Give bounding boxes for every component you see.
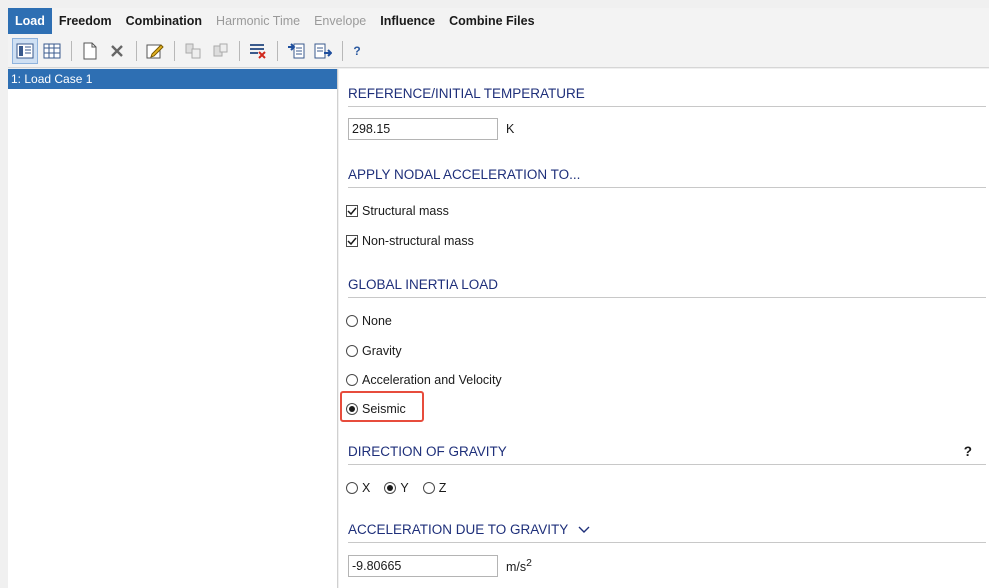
export-button[interactable] [310, 38, 336, 64]
gravity-acceleration-row: m/s2 [348, 555, 532, 577]
section-direction-of-gravity: DIRECTION OF GRAVITY ? [348, 439, 986, 465]
toolbar-separator [277, 40, 278, 61]
direction-option-y[interactable]: Y [384, 481, 409, 495]
tab-load[interactable]: Load [8, 8, 52, 34]
section-acceleration-gravity[interactable]: ACCELERATION DUE TO GRAVITY [348, 517, 986, 543]
option-label: Seismic [362, 402, 406, 416]
load-case-list: 1: Load Case 1 [8, 69, 338, 588]
form-view-icon [16, 43, 34, 58]
chevron-down-icon [578, 517, 590, 543]
gravity-direction-options: X Y Z [346, 481, 460, 495]
radio-icon [346, 345, 358, 357]
radio-icon [346, 315, 358, 327]
option-label: Gravity [362, 344, 402, 358]
tab-harmonic-time[interactable]: Harmonic Time [209, 8, 307, 34]
clear-list-icon [250, 43, 266, 59]
tab-bar: Load Freedom Combination Harmonic Time E… [8, 8, 989, 34]
checkbox-checked-icon [346, 235, 358, 247]
new-button[interactable] [77, 38, 103, 64]
toolbar-separator [71, 40, 72, 61]
checkbox-checked-icon [346, 205, 358, 217]
load-properties-panel: REFERENCE/INITIAL TEMPERATURE K APPLY NO… [339, 69, 989, 588]
direction-option-z[interactable]: Z [422, 481, 447, 495]
structural-mass-checkbox[interactable]: Structural mass [346, 204, 449, 218]
tab-combination[interactable]: Combination [119, 8, 209, 34]
section-title: REFERENCE/INITIAL TEMPERATURE [348, 86, 585, 101]
edit-icon [146, 43, 164, 58]
paste-to-button[interactable] [207, 38, 233, 64]
temperature-row: K [348, 118, 514, 140]
tab-envelope[interactable]: Envelope [307, 8, 373, 34]
non-structural-mass-label: Non-structural mass [362, 234, 474, 248]
table-view-button[interactable] [39, 38, 65, 64]
temperature-unit: K [506, 122, 515, 136]
direction-option-x[interactable]: X [346, 481, 370, 495]
copy-from-button[interactable] [180, 38, 206, 64]
option-label: Y [400, 481, 409, 495]
inertia-option-seismic[interactable]: Seismic [346, 402, 406, 416]
tab-influence[interactable]: Influence [373, 8, 442, 34]
delete-x-icon [111, 44, 123, 57]
inertia-option-none[interactable]: None [346, 314, 392, 328]
list-item-load-case-1[interactable]: 1: Load Case 1 [8, 69, 337, 89]
toolbar-separator [136, 40, 137, 61]
toolbar: ? [8, 34, 989, 68]
radio-icon [422, 482, 435, 494]
edit-button[interactable] [142, 38, 168, 64]
new-document-icon [83, 42, 97, 59]
toolbar-separator [342, 40, 343, 61]
radio-icon [346, 374, 358, 386]
export-icon [314, 43, 332, 58]
radio-selected-icon [384, 482, 397, 494]
inertia-option-gravity[interactable]: Gravity [346, 344, 402, 358]
option-label: None [362, 314, 392, 328]
option-label: X [362, 481, 371, 495]
section-nodal-acceleration: APPLY NODAL ACCELERATION TO... [348, 162, 986, 188]
radio-selected-icon [346, 403, 358, 415]
copy-icon [185, 43, 201, 58]
help-button[interactable]: ? [348, 44, 366, 58]
non-structural-mass-checkbox[interactable]: Non-structural mass [346, 234, 474, 248]
import-button[interactable] [283, 38, 309, 64]
section-reference-temperature: REFERENCE/INITIAL TEMPERATURE [348, 81, 986, 107]
section-global-inertia: GLOBAL INERTIA LOAD [348, 272, 986, 298]
tab-combine-files[interactable]: Combine Files [442, 8, 541, 34]
option-label: Acceleration and Velocity [362, 373, 502, 387]
form-view-button[interactable] [12, 37, 38, 64]
toolbar-separator [239, 40, 240, 61]
structural-mass-label: Structural mass [362, 204, 449, 218]
table-icon [43, 43, 61, 58]
gravity-acceleration-input[interactable] [348, 555, 498, 577]
radio-icon [346, 482, 358, 494]
direction-help-button[interactable]: ? [964, 439, 972, 465]
delete-button[interactable] [104, 38, 130, 64]
option-label: Z [438, 481, 447, 495]
section-title: ACCELERATION DUE TO GRAVITY [348, 522, 569, 537]
section-title: APPLY NODAL ACCELERATION TO... [348, 167, 581, 182]
gravity-acceleration-unit: m/s2 [506, 557, 532, 575]
toolbar-separator [174, 40, 175, 61]
paste-icon [213, 43, 228, 56]
section-title: GLOBAL INERTIA LOAD [348, 277, 499, 292]
inertia-option-acceleration-velocity[interactable]: Acceleration and Velocity [346, 373, 502, 387]
temperature-input[interactable] [348, 118, 498, 140]
section-title: DIRECTION OF GRAVITY [348, 444, 507, 459]
clear-button[interactable] [245, 38, 271, 64]
tab-freedom[interactable]: Freedom [52, 8, 119, 34]
import-icon [288, 42, 305, 58]
